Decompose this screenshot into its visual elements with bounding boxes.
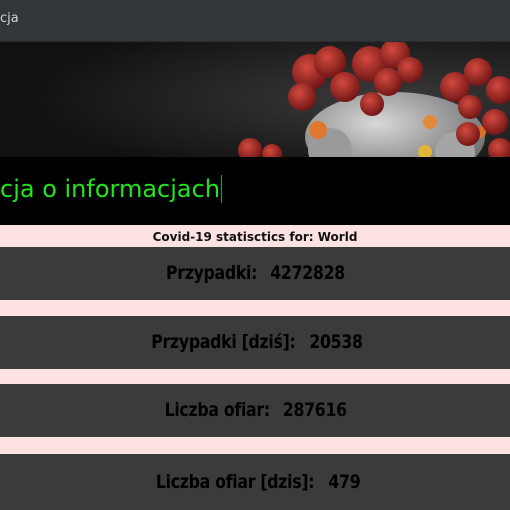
stat-value: 20538: [309, 331, 364, 353]
news-ticker: cja o informacjach: [0, 157, 510, 225]
stat-value: 287616: [283, 399, 348, 421]
stat-value: 479: [327, 471, 360, 493]
stat-label: Liczba ofiar:: [164, 399, 271, 421]
stat-label: Przypadki:: [165, 262, 258, 284]
stat-label: Liczba ofiar [dzis]:: [155, 471, 315, 493]
stat-card-deaths-today: Liczba ofiar [dzis]: 479: [0, 454, 510, 510]
stat-value: 4272828: [270, 262, 345, 284]
coronavirus-illustration: [0, 42, 510, 157]
stat-card-deaths: Liczba ofiar: 287616: [0, 384, 510, 437]
stat-card-cases-today: Przypadki [dziś]: 20538: [0, 316, 510, 369]
window-title: cja: [0, 11, 19, 26]
coronavirus-banner-image: [0, 42, 510, 157]
text-cursor: [221, 175, 223, 203]
stat-label: Przypadki [dziś]:: [151, 331, 296, 353]
ticker-text: cja o informacjach: [0, 175, 223, 203]
window-titlebar: cja: [0, 0, 510, 42]
stats-heading: Covid-19 statisctics for: World: [152, 230, 358, 244]
stat-card-cases: Przypadki: 4272828: [0, 247, 510, 300]
